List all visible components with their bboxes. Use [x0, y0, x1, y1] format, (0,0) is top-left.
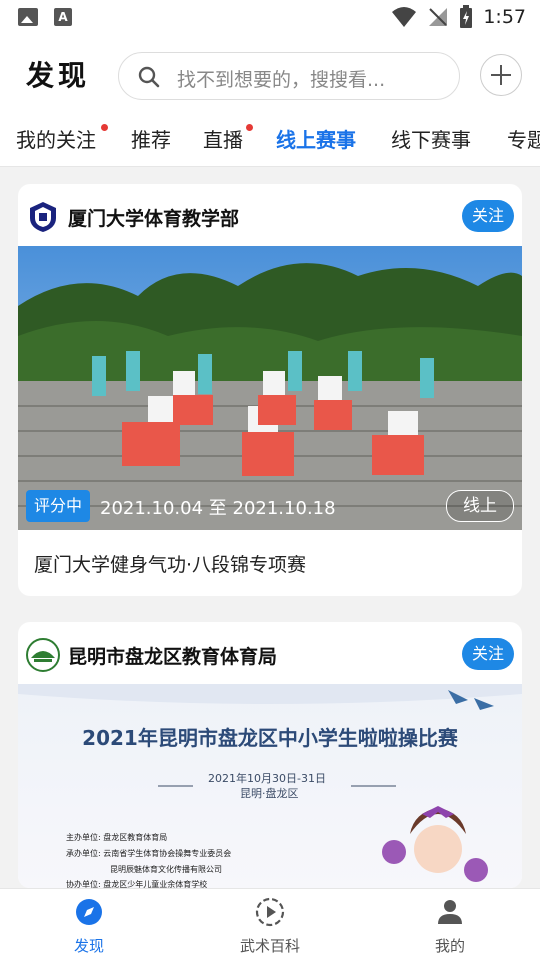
tab-notification-dot [101, 124, 108, 131]
tab-notification-dot [246, 124, 253, 131]
search-icon [138, 66, 160, 88]
card-header: 昆明市盘龙区教育体育局 关注 [18, 622, 522, 684]
no-signal-icon [429, 8, 448, 26]
org-name: 厦门大学体育教学部 [68, 208, 240, 230]
tab-live[interactable]: 直播 [203, 124, 243, 153]
event-title: 厦门大学健身气功·八段锦专项赛 [34, 554, 307, 576]
poster-host: 承办单位: 云南省学生体育协会操舞专业委员会 [66, 849, 232, 858]
image-notification-icon [18, 8, 38, 26]
tab-my-follows[interactable]: 我的关注 [16, 124, 96, 153]
event-card[interactable]: 厦门大学体育教学部 关注 评分中 2021.10.04 至 2021.10.18… [18, 184, 522, 596]
date-range: 2021.10.04 至 2021.10.18 [100, 498, 336, 519]
poster-organizer: 主办单位: 盘龙区教育体育局 [66, 833, 168, 842]
tab-online-events[interactable]: 线上赛事 [276, 124, 356, 153]
tab-topics[interactable]: 专题 [507, 124, 540, 153]
org-name: 昆明市盘龙区教育体育局 [68, 646, 278, 668]
nav-wushu-label: 武术百科 [239, 937, 300, 955]
app-header: 发现 找不到想要的，搜搜看... [0, 36, 540, 116]
nav-discover[interactable]: 发现 [34, 897, 144, 956]
tab-offline-events[interactable]: 线下赛事 [391, 124, 471, 153]
org-logo [30, 202, 56, 232]
poster-co-organizer: 协办单位: 盘龙区少年儿童业余体育学校 [66, 880, 208, 888]
poster-headline: 2021年昆明市盘龙区中小学生啦啦操比赛 [82, 726, 458, 750]
event-photo[interactable]: 评分中 2021.10.04 至 2021.10.18 线上 [18, 246, 522, 530]
event-poster[interactable]: 2021年昆明市盘龙区中小学生啦啦操比赛 2021年10月30日-31日 昆明·… [18, 684, 522, 888]
online-badge: 线上 [446, 490, 514, 522]
follow-button[interactable]: 关注 [462, 200, 514, 232]
follow-button[interactable]: 关注 [462, 638, 514, 670]
search-input[interactable]: 找不到想要的，搜搜看... [118, 52, 460, 100]
tab-recommended[interactable]: 推荐 [131, 124, 171, 153]
tai-chi-group-photo [18, 246, 522, 530]
add-button[interactable] [480, 54, 522, 96]
status-badge: 评分中 [26, 490, 91, 522]
search-placeholder: 找不到想要的，搜搜看... [177, 69, 386, 91]
card-header: 厦门大学体育教学部 关注 [18, 184, 522, 246]
battery-charging-icon [460, 5, 473, 28]
poster-place: 昆明·盘龙区 [240, 787, 299, 800]
poster-host-2: 昆明辰魅体育文化传播有限公司 [110, 865, 222, 874]
nav-discover-label: 发现 [73, 937, 104, 955]
page-title: 发现 [26, 59, 91, 92]
wifi-icon [392, 7, 417, 27]
nav-me-label: 我的 [434, 937, 465, 955]
nav-wushu-encyclopedia[interactable]: 武术百科 [215, 897, 325, 956]
play-circle-icon [255, 897, 285, 927]
category-tabs: 我的关注 推荐 直播 线上赛事 线下赛事 专题 [0, 116, 540, 167]
status-bar: A 1:57 [0, 0, 540, 36]
event-card[interactable]: 昆明市盘龙区教育体育局 关注 2021年昆明市盘龙区中小学生啦啦操比赛 2021… [18, 622, 522, 888]
clock: 1:57 [483, 6, 526, 28]
font-notification-icon: A [54, 8, 72, 26]
compass-icon [76, 899, 102, 925]
poster-date: 2021年10月30日-31日 [208, 772, 326, 785]
org-logo [26, 638, 60, 672]
person-icon [438, 900, 462, 924]
bottom-navigation: 发现 武术百科 我的 [0, 888, 540, 961]
nav-me[interactable]: 我的 [395, 897, 505, 956]
